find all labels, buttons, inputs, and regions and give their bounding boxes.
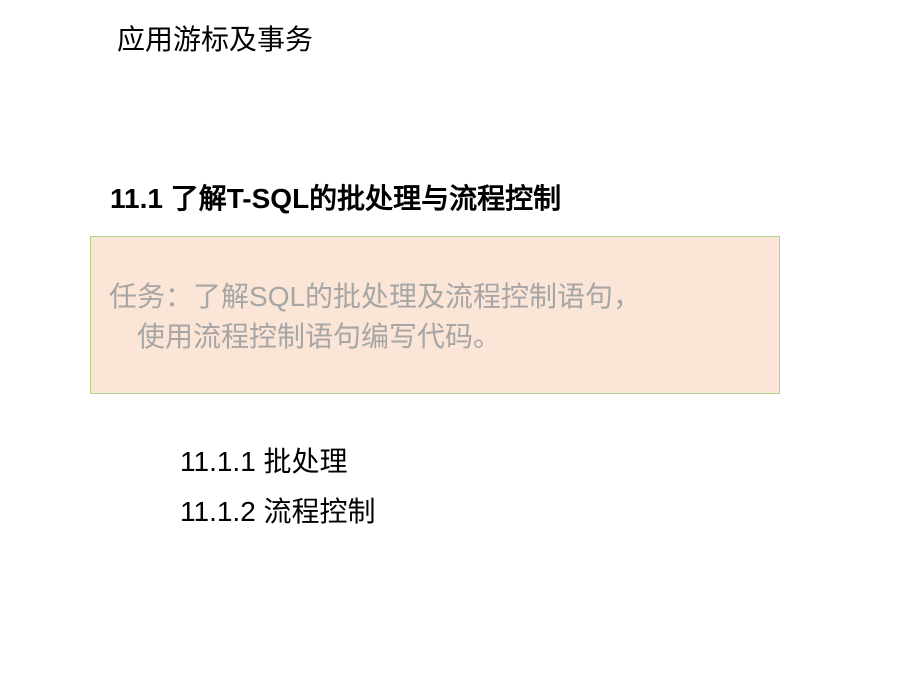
- page-title: 应用游标及事务: [117, 18, 313, 58]
- section-heading: 11.1 了解T-SQL的批处理与流程控制: [110, 177, 561, 217]
- task-box: 任务：了解SQL的批处理及流程控制语句， 使用流程控制语句编写代码。: [90, 236, 780, 394]
- task-label: 任务：: [109, 281, 193, 312]
- task-text-line1: 了解SQL的批处理及流程控制语句，: [193, 281, 641, 312]
- subsection-item: 11.1.2 流程控制: [180, 490, 376, 530]
- subsection-item: 11.1.1 批处理: [180, 440, 348, 480]
- task-text-line2: 使用流程控制语句编写代码。: [109, 315, 761, 355]
- task-line-1: 任务：了解SQL的批处理及流程控制语句，: [109, 275, 761, 315]
